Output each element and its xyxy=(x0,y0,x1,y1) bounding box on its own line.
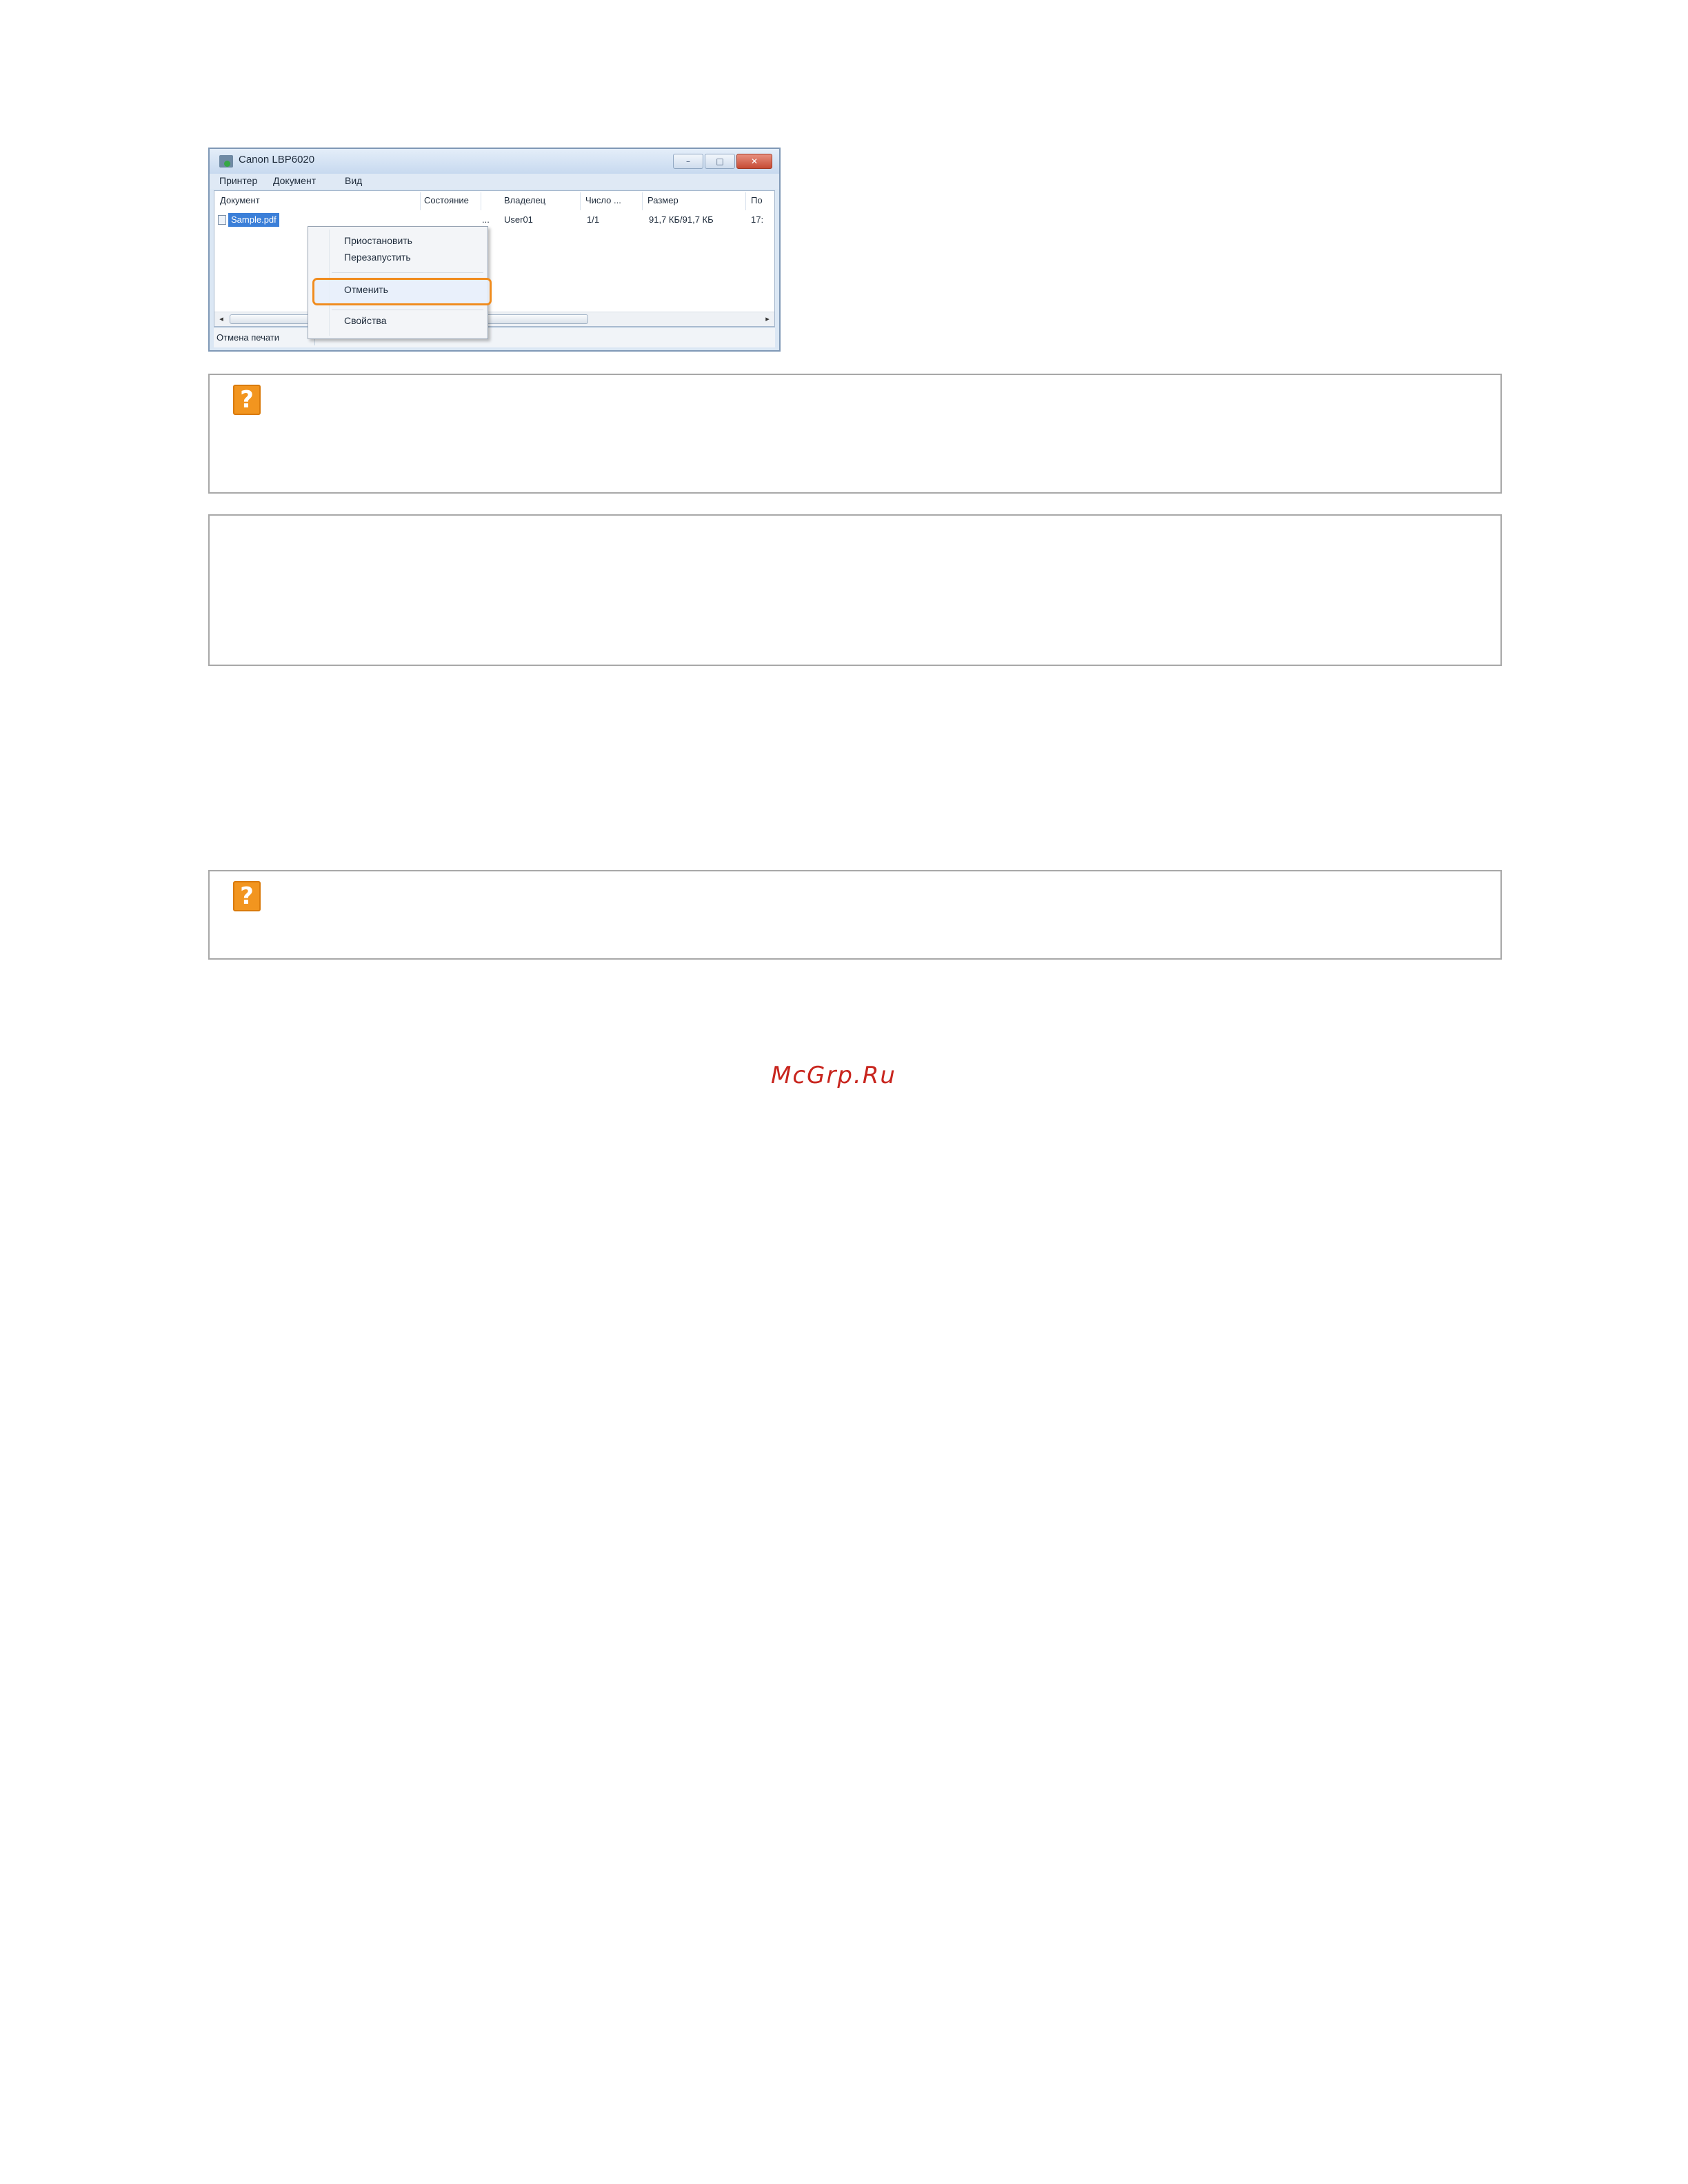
menu-item-restart[interactable]: Перезапустить xyxy=(344,252,411,263)
column-header-document[interactable]: Документ xyxy=(220,195,260,205)
status-bar: Отмена печати xyxy=(214,327,775,347)
column-header-owner[interactable]: Владелец xyxy=(504,195,545,205)
title-bar[interactable]: Canon LBP6020 – □ ✕ xyxy=(210,149,779,174)
close-button[interactable]: ✕ xyxy=(736,154,772,169)
menu-printer[interactable]: Принтер xyxy=(219,175,257,186)
status-text: Отмена печати xyxy=(217,332,280,343)
job-size: 91,7 КБ/91,7 КБ xyxy=(649,214,714,225)
job-document-name[interactable]: Sample.pdf xyxy=(228,213,279,227)
job-submitted: 17: xyxy=(751,214,764,225)
job-pages: 1/1 xyxy=(587,214,600,225)
column-header-status[interactable]: Состояние xyxy=(424,195,469,205)
menu-bar: Принтер Документ Вид xyxy=(210,174,779,189)
menu-item-pause[interactable]: Приостановить xyxy=(344,235,412,246)
column-header-size[interactable]: Размер xyxy=(647,195,679,205)
maximize-button[interactable]: □ xyxy=(705,154,735,169)
column-divider[interactable] xyxy=(745,192,746,210)
menu-item-properties[interactable]: Свойства xyxy=(344,315,386,326)
column-header-submitted[interactable]: По xyxy=(751,195,763,205)
horizontal-scrollbar[interactable]: ◂ ▸ xyxy=(214,312,774,326)
job-owner: User01 xyxy=(504,214,533,225)
context-menu: Приостановить Перезапустить Отменить Сво… xyxy=(308,226,492,339)
job-list: Документ Состояние Владелец Число ... Ра… xyxy=(214,190,775,327)
column-divider[interactable] xyxy=(580,192,581,210)
minimize-button[interactable]: – xyxy=(673,154,703,169)
print-queue-window: Canon LBP6020 – □ ✕ Принтер Документ Вид… xyxy=(208,148,781,352)
menu-separator xyxy=(332,272,483,273)
column-divider[interactable] xyxy=(420,192,421,210)
scroll-right-icon[interactable]: ▸ xyxy=(762,314,773,325)
question-icon: ? xyxy=(233,385,261,415)
document-icon xyxy=(218,215,226,225)
column-divider[interactable] xyxy=(642,192,643,210)
highlight-cancel xyxy=(312,278,492,305)
watermark: McGrp.Ru xyxy=(771,1062,896,1089)
column-header-pages[interactable]: Число ... xyxy=(585,195,621,205)
printer-icon xyxy=(219,155,233,168)
note-box: ? xyxy=(208,374,1502,494)
question-icon: ? xyxy=(233,881,261,911)
job-status: ... xyxy=(482,214,490,225)
note-box: ? xyxy=(208,870,1502,960)
window-title: Canon LBP6020 xyxy=(239,154,315,165)
scroll-left-icon[interactable]: ◂ xyxy=(216,314,227,325)
menu-view[interactable]: Вид xyxy=(345,175,362,186)
menu-document[interactable]: Документ xyxy=(273,175,316,186)
menu-item-cancel[interactable]: Отменить xyxy=(344,284,388,295)
note-box xyxy=(208,514,1502,666)
